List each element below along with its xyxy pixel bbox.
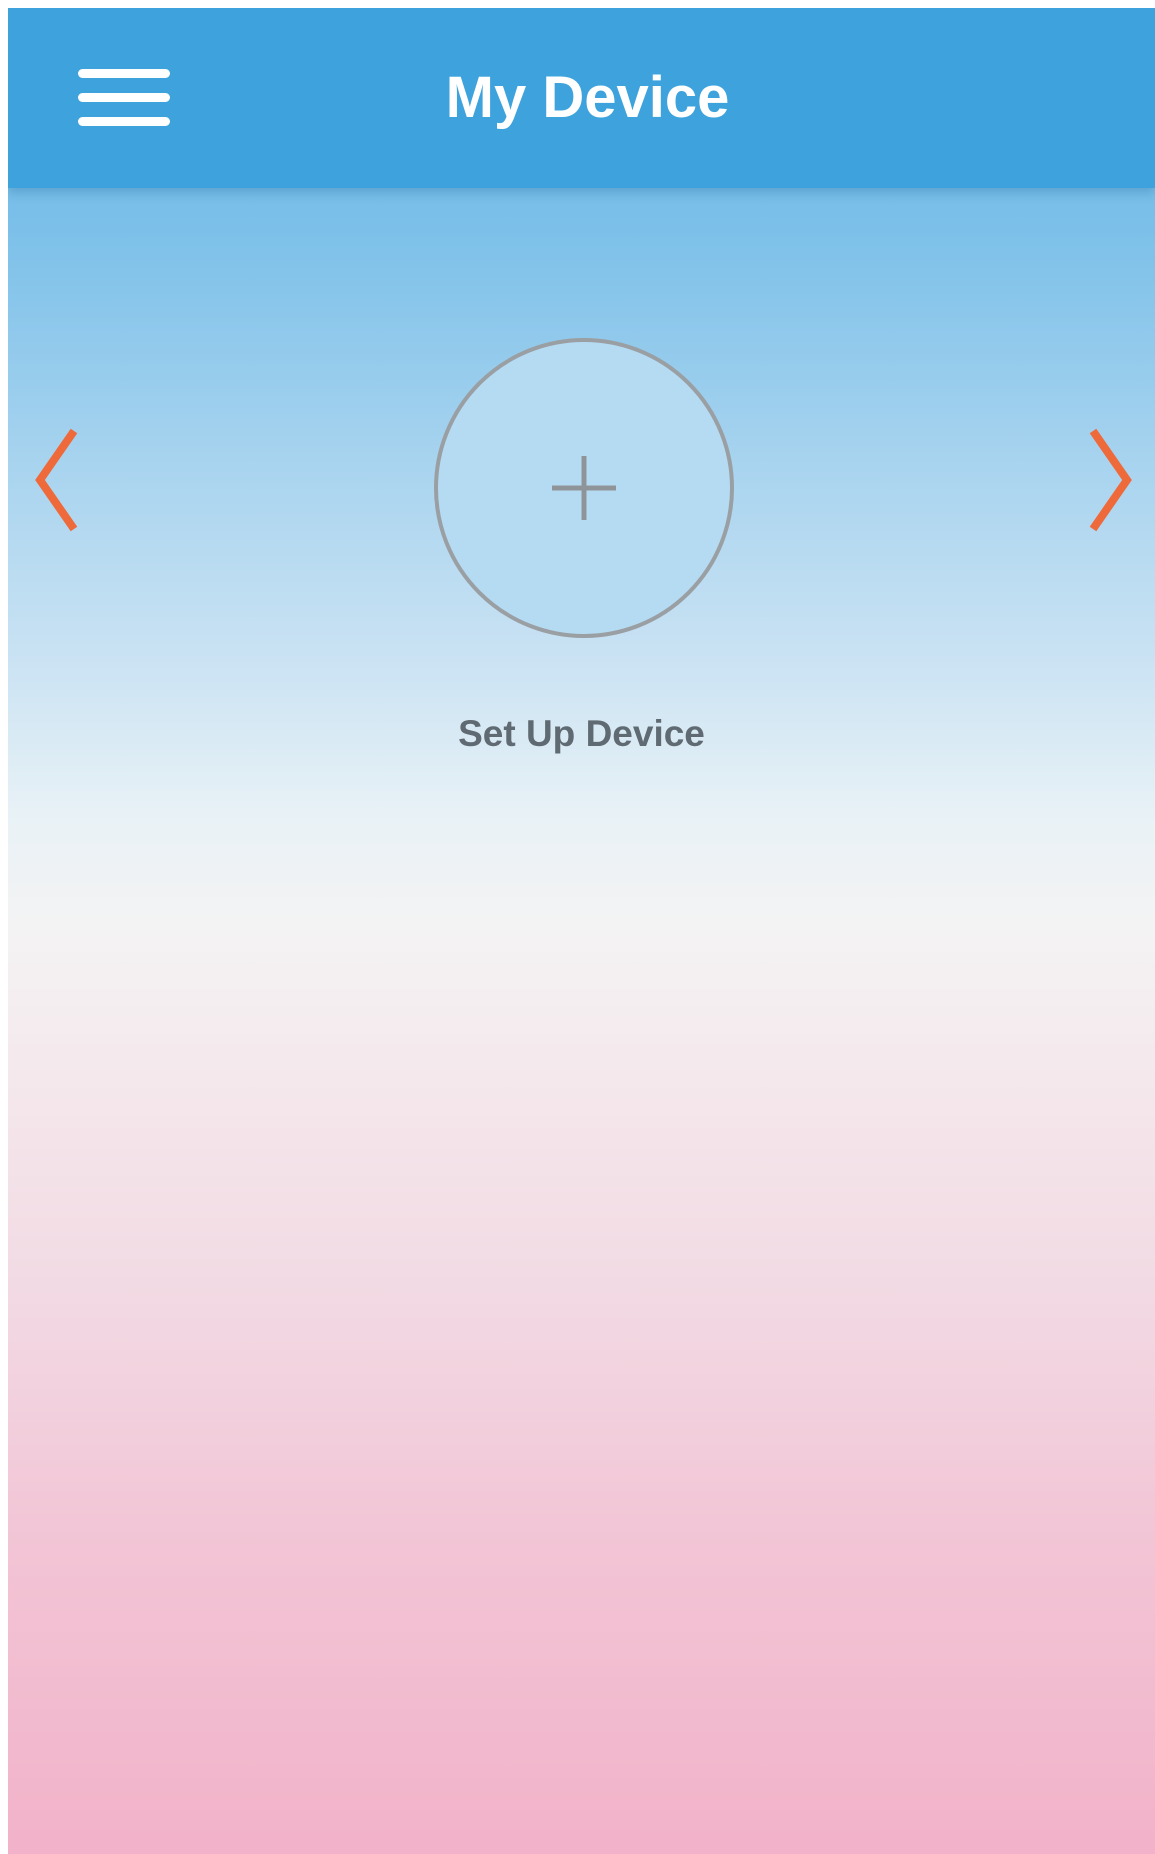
- my-device-screen: My Device Set Up Device: [8, 8, 1155, 1854]
- chevron-left-icon: [35, 428, 78, 532]
- plus-icon: [552, 456, 616, 520]
- next-device-button[interactable]: [1077, 423, 1137, 538]
- page-title: My Device: [445, 65, 730, 130]
- previous-device-button[interactable]: [30, 423, 90, 538]
- set-up-device-label[interactable]: Set Up Device: [8, 713, 1155, 755]
- add-device-button[interactable]: [434, 338, 734, 638]
- app-header: My Device: [8, 8, 1155, 188]
- chevron-right-icon: [1089, 428, 1132, 532]
